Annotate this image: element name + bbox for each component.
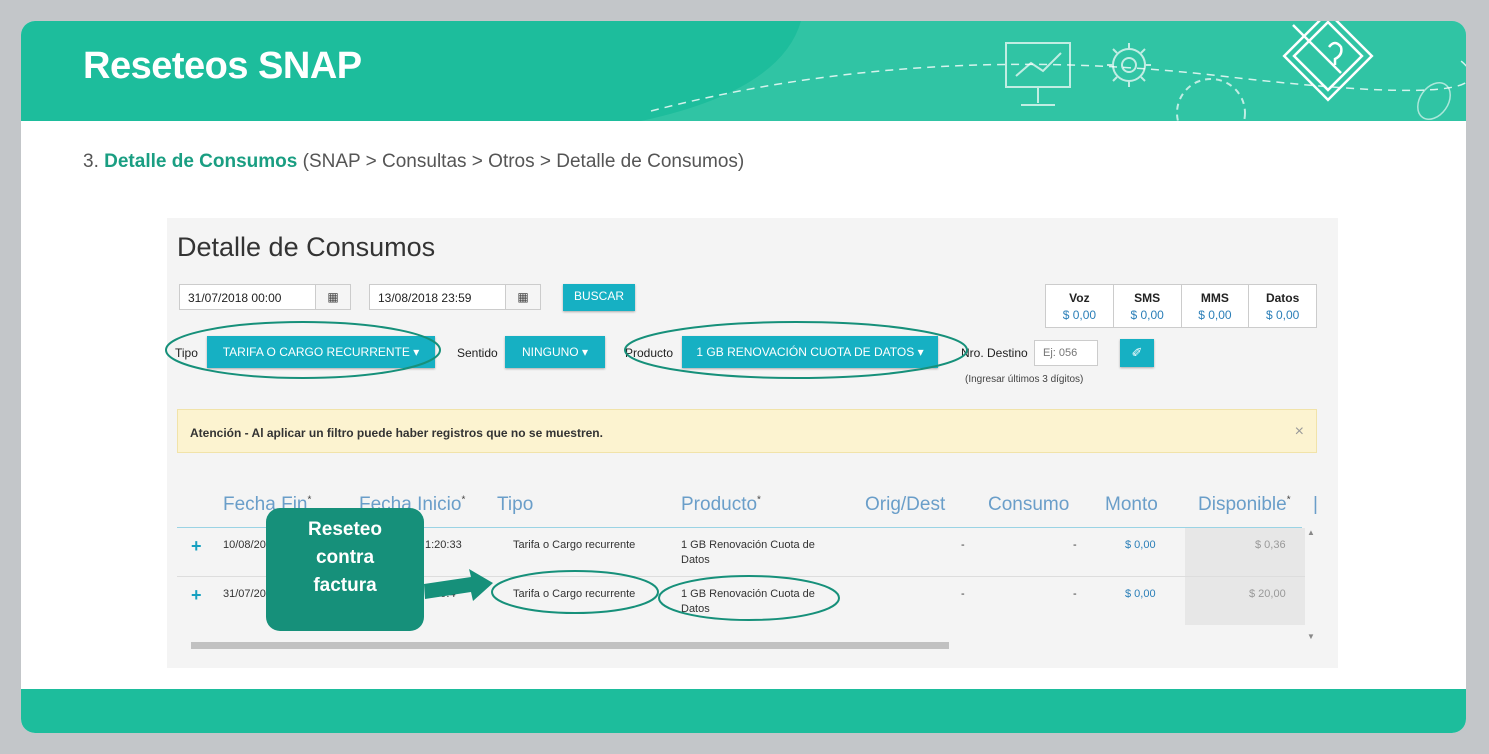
scrollbar-thumb[interactable]	[191, 642, 949, 649]
sentido-dropdown[interactable]: NINGUNO ▾	[505, 336, 605, 368]
caret-down-icon: ▾	[413, 345, 420, 359]
cell-fecha-fin: 10/08/20	[223, 539, 266, 551]
column-header-orig-dest[interactable]: Orig/Dest	[865, 494, 945, 516]
producto-value: 1 GB RENOVACIÓN CUOTA DE DATOS	[696, 345, 915, 359]
cell-disponible: $ 20,00	[1249, 588, 1286, 600]
cell-producto: 1 GB Renovación Cuota de Datos	[681, 539, 815, 566]
callout-line: factura	[313, 575, 377, 596]
date-from-field[interactable]: 31/07/2018 00:00 ▦	[179, 284, 351, 310]
summary-table: Voz $ 0,00 SMS $ 0,00 MMS $ 0,00 Datos $ 0,0…	[1045, 284, 1317, 328]
alert-text: Atención - Al aplicar un filtro puede ha…	[190, 426, 603, 440]
cell-producto: 1 GB Renovación Cuota de Datos	[681, 588, 815, 615]
column-label: Orig/Dest	[865, 494, 946, 515]
scroll-down-icon[interactable]: ▼	[1307, 632, 1315, 641]
summary-voz: Voz $ 0,00	[1046, 285, 1113, 327]
date-to-field[interactable]: 13/08/2018 23:59 ▦	[369, 284, 541, 310]
section-number: 3.	[83, 151, 99, 172]
cell-consumo: -	[1073, 588, 1077, 600]
cell-disponible-bg	[1185, 577, 1305, 625]
callout-line: Reseteo	[308, 519, 382, 540]
tipo-label: Tipo	[175, 346, 198, 360]
sentido-label: Sentido	[457, 346, 498, 360]
section-path: (SNAP > Consultas > Otros > Detalle de C…	[302, 151, 745, 172]
summary-label: Voz	[1069, 291, 1090, 305]
caret-down-icon: ▾	[581, 345, 589, 359]
nro-destino-input[interactable]	[1034, 340, 1098, 366]
section-subtitle: 3. Detalle de Consumos (SNAP > Consultas…	[83, 151, 744, 173]
page-title: Detalle de Consumos	[177, 232, 436, 262]
filter-alert: Atención - Al aplicar un filtro puede ha…	[177, 409, 1317, 453]
nro-destino-label: Nro. Destino	[961, 346, 1028, 360]
slide-header: Reseteos SNAP	[21, 21, 1466, 121]
cell-tipo: Tarifa o Cargo recurrente	[513, 588, 636, 600]
horizontal-scrollbar[interactable]	[183, 641, 1303, 650]
slide: Reseteos SNAP 3. Detalle de Consumos (SN…	[21, 21, 1466, 733]
sort-marker: *	[757, 494, 761, 506]
date-to-value: 13/08/2018 23:59	[378, 291, 472, 305]
calendar-icon[interactable]: ▦	[315, 285, 350, 309]
section-highlight: Detalle de Consumos	[104, 151, 298, 172]
sort-marker: *	[461, 494, 466, 506]
callout-line: contra	[315, 547, 375, 568]
cell-disponible: $ 0,36	[1255, 539, 1286, 551]
column-label: Consumo	[988, 494, 1070, 515]
summary-label: MMS	[1200, 291, 1229, 305]
tipo-dropdown[interactable]: TARIFA O CARGO RECURRENTE ▾	[207, 336, 435, 368]
slide-footer	[21, 689, 1466, 733]
summary-label: Datos	[1265, 291, 1300, 305]
cell-fecha-fin: 31/07/20	[223, 588, 266, 600]
cell-orig-dest: -	[961, 588, 965, 600]
column-header-disponible[interactable]: Disponible*	[1198, 494, 1291, 516]
sort-marker: *	[1286, 494, 1291, 506]
expand-plus-icon[interactable]: +	[191, 585, 202, 606]
close-icon[interactable]: ×	[1295, 423, 1304, 441]
column-header-monto[interactable]: Monto	[1105, 494, 1158, 516]
calendar-icon[interactable]: ▦	[505, 285, 540, 309]
column-label: Producto	[681, 494, 758, 515]
cell-fecha-inicio: 1:20:33	[425, 539, 462, 551]
cell-monto: $ 0,00	[1125, 539, 1156, 551]
summary-value: $ 0,00	[1265, 308, 1300, 322]
expand-plus-icon[interactable]: +	[191, 536, 202, 557]
summary-mms: MMS $ 0,00	[1180, 285, 1249, 327]
cell-fecha-inicio: 9:39:4	[425, 588, 456, 600]
producto-dropdown[interactable]: 1 GB RENOVACIÓN CUOTA DE DATOS ▾	[682, 336, 938, 368]
date-from-value: 31/07/2018 00:00	[188, 291, 282, 305]
column-label: Tipo	[497, 494, 534, 515]
cell-monto: $ 0,00	[1125, 588, 1156, 600]
column-header-producto[interactable]: Producto*	[681, 494, 761, 516]
nro-destino-hint: (Ingresar últimos 3 dígitos)	[965, 374, 1084, 385]
column-label: Monto	[1105, 494, 1158, 515]
eraser-icon[interactable]: ✐	[1120, 339, 1154, 367]
caret-down-icon: ▾	[917, 345, 924, 359]
column-header-tipo[interactable]: Tipo	[497, 494, 533, 516]
sort-marker: *	[307, 494, 312, 506]
summary-value: $ 0,00	[1062, 308, 1097, 322]
slide-title: Reseteos SNAP	[83, 45, 362, 87]
cell-tipo: Tarifa o Cargo recurrente	[513, 539, 636, 551]
cell-disponible-bg	[1185, 528, 1305, 576]
summary-datos: Datos $ 0,00	[1248, 285, 1316, 327]
summary-value: $ 0,00	[1130, 308, 1164, 322]
summary-label: SMS	[1134, 291, 1161, 305]
search-button[interactable]: BUSCAR	[563, 284, 635, 311]
column-header-consumo[interactable]: Consumo	[988, 494, 1069, 516]
sentido-value: NINGUNO	[521, 345, 579, 359]
tipo-value: TARIFA O CARGO RECURRENTE	[222, 345, 410, 359]
scroll-up-icon[interactable]: ▲	[1307, 528, 1315, 537]
summary-sms: SMS $ 0,00	[1112, 285, 1181, 327]
cell-consumo: -	[1073, 539, 1077, 551]
callout-box: Reseteo contra factura	[266, 508, 424, 631]
column-label: Disponible	[1198, 494, 1287, 515]
vertical-scrollbar[interactable]: ▲ ▼	[1305, 528, 1317, 641]
producto-label: Producto	[625, 346, 674, 360]
cell-orig-dest: -	[961, 539, 965, 551]
summary-value: $ 0,00	[1198, 308, 1232, 322]
column-header-truncated: |	[1313, 494, 1318, 515]
